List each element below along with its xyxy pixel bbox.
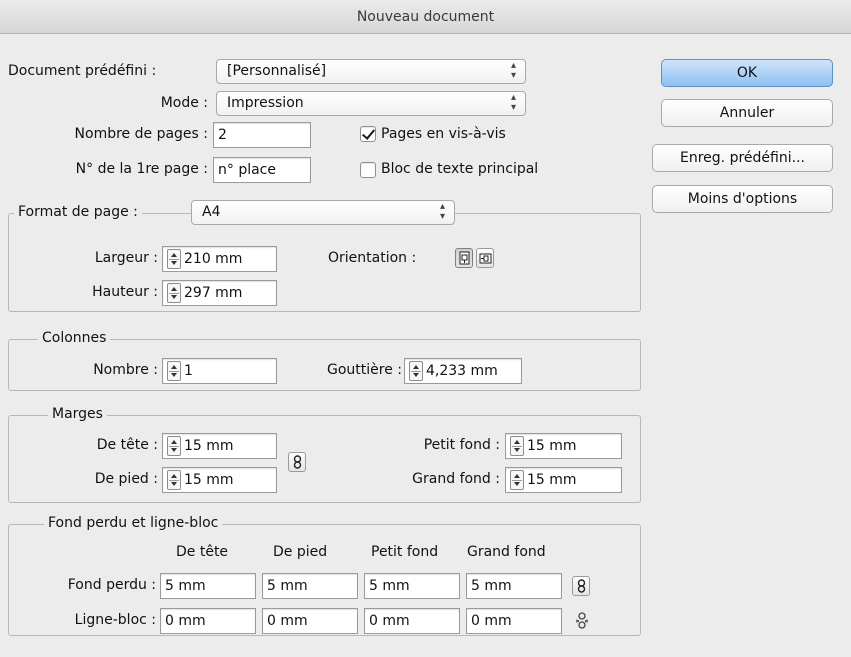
columns-number-value: 1 xyxy=(184,363,193,379)
bleed-inside-input[interactable]: 5 mm xyxy=(364,573,460,599)
first-page-label: N° de la 1re page : xyxy=(75,161,208,177)
facing-pages-label: Pages en vis-à-vis xyxy=(381,126,506,142)
bleed-header-outside: Grand fond xyxy=(467,544,546,560)
fewer-options-button[interactable]: Moins d'options xyxy=(652,185,833,213)
page-size-select-value: A4 xyxy=(202,204,221,220)
margin-bottom-input[interactable]: 15 mm xyxy=(162,467,277,493)
gutter-label: Gouttière : xyxy=(327,362,402,378)
select-arrows-icon: ▴ ▾ xyxy=(510,92,516,113)
height-label: Hauteur : xyxy=(92,284,158,300)
bleed-top-input[interactable]: 5 mm xyxy=(160,573,256,599)
bleed-chain-link-icon[interactable] xyxy=(572,576,590,596)
bleed-header-inside: Petit fond xyxy=(371,544,439,560)
margin-outside-value: 15 mm xyxy=(527,472,577,488)
bleed-bottom-input[interactable]: 5 mm xyxy=(262,573,358,599)
stepper-arrows-icon[interactable] xyxy=(167,361,181,381)
width-value: 210 mm xyxy=(184,251,243,267)
height-value: 297 mm xyxy=(184,285,243,301)
stepper-arrows-icon[interactable] xyxy=(409,361,423,381)
stepper-arrows-icon[interactable] xyxy=(167,436,181,456)
margin-outside-input[interactable]: 15 mm xyxy=(505,467,622,493)
margin-top-label: De tête : xyxy=(96,437,158,453)
master-text-frame-label: Bloc de texte principal xyxy=(381,161,539,177)
stepper-arrows-icon[interactable] xyxy=(510,470,524,490)
chain-link-icon[interactable] xyxy=(288,452,306,472)
slug-outside-input[interactable]: 0 mm xyxy=(466,608,562,634)
margin-inside-value: 15 mm xyxy=(527,438,577,454)
bleed-header-top: De tête xyxy=(176,544,229,560)
select-arrows-icon: ▴ ▾ xyxy=(510,60,516,81)
first-page-input[interactable]: n° place xyxy=(213,157,311,183)
margin-bottom-label: De pied : xyxy=(94,471,158,487)
slug-inside-input[interactable]: 0 mm xyxy=(364,608,460,634)
window-title-bar: Nouveau document xyxy=(0,0,851,34)
bleed-header-bottom: De pied xyxy=(273,544,328,560)
columns-number-label: Nombre : xyxy=(93,362,158,378)
mode-label: Mode : xyxy=(160,95,208,111)
orientation-label: Orientation : xyxy=(328,250,417,266)
mode-select[interactable]: Impression ▴ ▾ xyxy=(216,91,526,116)
preset-select-value: [Personnalisé] xyxy=(227,63,327,79)
margin-inside-input[interactable]: 15 mm xyxy=(505,433,622,459)
width-label: Largeur : xyxy=(94,250,158,266)
stepper-arrows-icon[interactable] xyxy=(510,436,524,456)
columns-title: Colonnes xyxy=(38,330,111,346)
master-text-frame-checkbox[interactable] xyxy=(360,162,376,178)
gutter-input[interactable]: 4,233 mm xyxy=(404,358,522,384)
stepper-arrows-icon[interactable] xyxy=(167,249,181,269)
facing-pages-checkbox[interactable] xyxy=(360,126,376,142)
slug-top-input[interactable]: 0 mm xyxy=(160,608,256,634)
preset-label: Document prédéfini : xyxy=(8,63,157,79)
bleed-row-label: Fond perdu : xyxy=(67,577,156,593)
portrait-orientation-icon[interactable] xyxy=(455,248,473,268)
cancel-button[interactable]: Annuler xyxy=(661,99,833,127)
margin-top-value: 15 mm xyxy=(184,438,234,454)
mode-select-value: Impression xyxy=(227,95,304,111)
landscape-orientation-icon[interactable] xyxy=(476,248,494,268)
save-preset-button[interactable]: Enreg. prédéfini... xyxy=(652,144,833,172)
stepper-arrows-icon[interactable] xyxy=(167,470,181,490)
pages-input[interactable]: 2 xyxy=(213,122,311,148)
window-title: Nouveau document xyxy=(356,9,495,25)
ok-button[interactable]: OK xyxy=(661,59,833,87)
bleed-outside-input[interactable]: 5 mm xyxy=(466,573,562,599)
slug-row-label: Ligne-bloc : xyxy=(74,612,156,628)
page-size-select[interactable]: A4 ▴ ▾ xyxy=(191,200,455,225)
pages-label: Nombre de pages : xyxy=(74,126,208,142)
select-arrows-icon: ▴ ▾ xyxy=(439,201,445,222)
margin-outside-label: Grand fond : xyxy=(412,471,500,487)
width-input[interactable]: 210 mm xyxy=(162,246,277,272)
margin-top-input[interactable]: 15 mm xyxy=(162,433,277,459)
broken-chain-link-icon[interactable] xyxy=(573,611,591,631)
margins-title: Marges xyxy=(48,406,107,422)
stepper-arrows-icon[interactable] xyxy=(167,283,181,303)
slug-bottom-input[interactable]: 0 mm xyxy=(262,608,358,634)
gutter-value: 4,233 mm xyxy=(426,363,498,379)
margin-inside-label: Petit fond : xyxy=(423,437,500,453)
page-size-label: Format de page : xyxy=(14,204,142,220)
margin-bottom-value: 15 mm xyxy=(184,472,234,488)
columns-number-input[interactable]: 1 xyxy=(162,358,277,384)
preset-select[interactable]: [Personnalisé] ▴ ▾ xyxy=(216,59,526,84)
height-input[interactable]: 297 mm xyxy=(162,280,277,306)
bleed-slug-title: Fond perdu et ligne-bloc xyxy=(44,515,223,531)
